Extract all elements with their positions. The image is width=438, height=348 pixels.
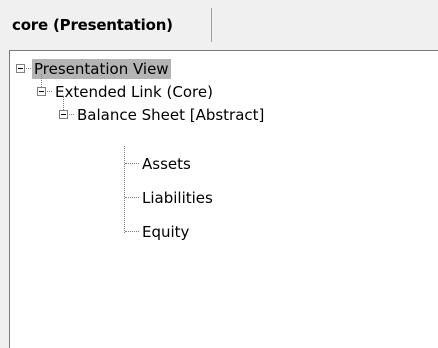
tree-node-label: Balance Sheet [Abstract] [77, 106, 265, 124]
tree-connector [69, 114, 74, 116]
collapse-icon[interactable] [59, 110, 68, 119]
tree-node-label: Liabilities [142, 189, 213, 207]
presentation-window: core (Presentation) Presentation View Ex… [0, 0, 438, 348]
tree-connector [125, 197, 139, 199]
tree-connector [125, 163, 139, 165]
tree-node-label: Presentation View [32, 59, 171, 79]
tree-node-label: Equity [142, 223, 190, 241]
tab-core-presentation[interactable]: core (Presentation) [3, 8, 212, 42]
tree-node-label: Extended Link (Core) [55, 83, 213, 101]
tree-connector [63, 97, 65, 110]
tree-connector [47, 91, 52, 93]
tree-connector [26, 68, 31, 70]
tree-node-label: Assets [142, 155, 191, 173]
tab-label: core (Presentation) [12, 16, 173, 34]
presentation-tree[interactable]: Presentation View Extended Link (Core) B… [9, 50, 438, 348]
tree-connector [124, 146, 126, 233]
tree-node-assets[interactable]: Assets [140, 153, 193, 175]
tree-node-balance-sheet-abstract[interactable]: Balance Sheet [Abstract] [75, 104, 266, 126]
tree-connector [125, 231, 139, 233]
tree-node-equity[interactable]: Equity [140, 221, 191, 243]
tree-connector [41, 74, 43, 87]
tree-node-liabilities[interactable]: Liabilities [140, 187, 215, 209]
tree-node-extended-link-core[interactable]: Extended Link (Core) [53, 81, 215, 103]
collapse-icon[interactable] [37, 87, 46, 96]
tree-node-presentation-view[interactable]: Presentation View [32, 58, 171, 80]
collapse-icon[interactable] [16, 64, 25, 73]
